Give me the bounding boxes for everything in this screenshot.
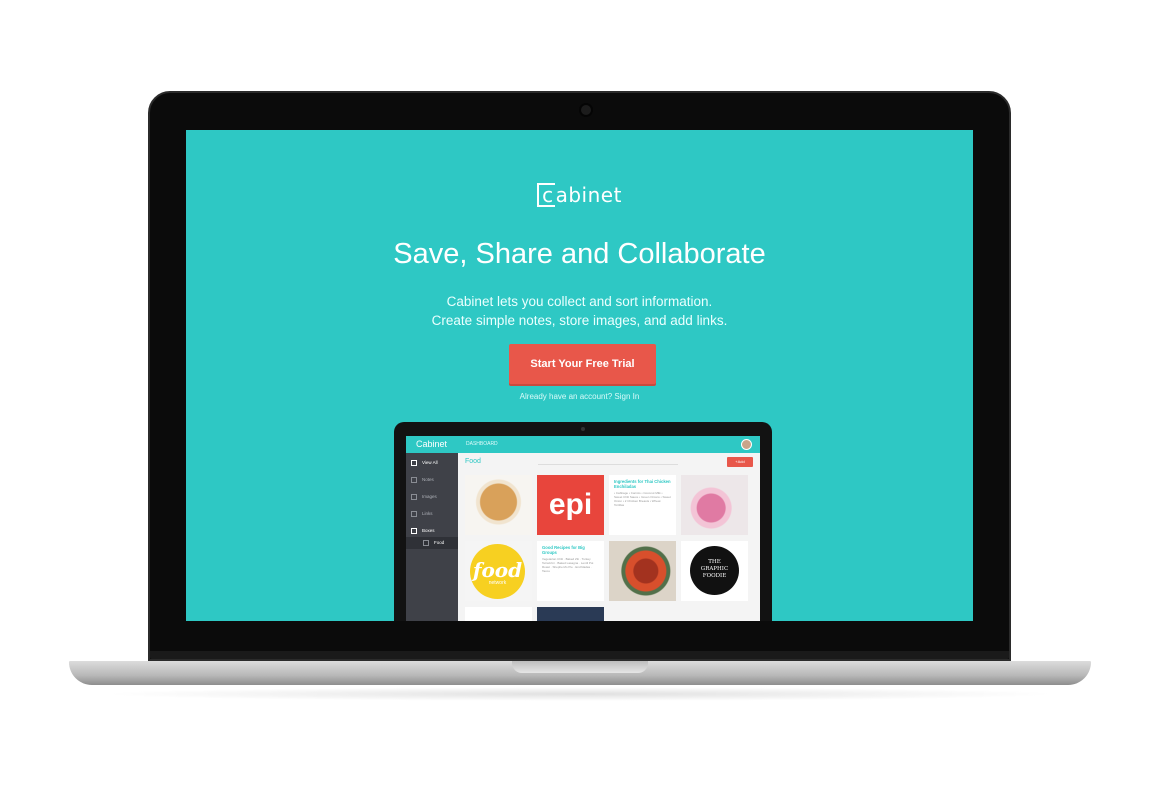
opening-notch <box>512 661 648 673</box>
sidebar-item-notes: Notes <box>406 474 458 486</box>
card-epi-logo: epi <box>537 475 604 535</box>
food-network-word: food <box>472 558 523 582</box>
camera-icon <box>581 105 591 115</box>
sidebar-item-boxes: Boxes <box>406 525 458 537</box>
note-body: • Cabbage • Carrots • Coconut Milk • Swe… <box>614 491 671 507</box>
hero-headline: Save, Share and Collaborate <box>393 238 766 270</box>
app-main: Food +Add epi Ingredients for Thai Chick… <box>458 453 760 621</box>
preview-camera-icon <box>581 427 585 431</box>
search-bar <box>538 464 678 465</box>
card-graphic-foodie-logo: THE GRAPHIC FOODIE <box>681 541 748 601</box>
laptop-mockup-stage: c abinet Save, Share and Collaborate Cabi… <box>0 0 1160 794</box>
laptop-shadow <box>100 687 1060 701</box>
card-partial <box>465 607 532 621</box>
laptop-lid: c abinet Save, Share and Collaborate Cabi… <box>148 91 1011 661</box>
note-icon <box>411 477 417 483</box>
app-preview-screen: Cabinet DASHBOARD View All Notes Images … <box>406 436 760 621</box>
card-food-network-logo: food network <box>465 541 532 601</box>
section-title: Food <box>465 458 481 465</box>
sidebar-item-images: Images <box>406 491 458 503</box>
logo-wordmark: abinet <box>555 183 622 207</box>
app-dashboard-tab: DASHBOARD <box>466 441 498 447</box>
lid-hinge <box>150 651 1009 659</box>
app-preview-laptop: Cabinet DASHBOARD View All Notes Images … <box>394 422 772 621</box>
landing-screen: c abinet Save, Share and Collaborate Cabi… <box>186 130 973 621</box>
card-note-enchiladas: Ingredients for Thai Chicken Enchiladas … <box>609 475 676 535</box>
note-body: Vegetarian Chili · Baked Ziti · Turkey T… <box>542 557 594 573</box>
laptop-base <box>69 661 1091 685</box>
food-network-circle: food network <box>470 544 525 599</box>
food-network-sub: network <box>488 580 507 586</box>
avatar <box>741 439 752 450</box>
subtitle-line-1: Cabinet lets you collect and sort inform… <box>446 294 713 309</box>
card-note-recipes: Good Recipes for Big Groups Vegetarian C… <box>537 541 604 601</box>
hero-subtitle: Cabinet lets you collect and sort inform… <box>186 292 973 330</box>
note-title: Good Recipes for Big Groups <box>542 545 585 555</box>
box-icon <box>411 528 417 534</box>
subtitle-line-2: Create simple notes, store images, and a… <box>431 313 728 328</box>
app-logo: Cabinet <box>416 439 448 449</box>
app-sidebar: View All Notes Images Links Boxes Food <box>406 453 458 621</box>
start-free-trial-button[interactable]: Start Your Free Trial <box>509 344 656 384</box>
sidebar-item-view-all: View All <box>406 457 458 469</box>
folder-icon <box>423 540 429 546</box>
link-icon <box>411 511 417 517</box>
graphic-foodie-circle: THE GRAPHIC FOODIE <box>690 546 739 595</box>
sidebar-item-links: Links <box>406 508 458 520</box>
logo-mark: c <box>537 183 555 207</box>
add-button: +Add <box>727 457 753 467</box>
card-partial-photo <box>537 607 604 621</box>
note-title: Ingredients for Thai Chicken Enchiladas <box>614 479 671 489</box>
sign-in-link[interactable]: Already have an account? Sign In <box>186 392 973 401</box>
app-header: Cabinet DASHBOARD <box>406 436 760 453</box>
grid-icon <box>411 460 417 466</box>
card-meatballs-photo <box>609 541 676 601</box>
image-icon <box>411 494 417 500</box>
card-icecream-photo <box>681 475 748 535</box>
card-burger-photo <box>465 475 532 535</box>
graphic-foodie-text: THE GRAPHIC FOODIE <box>700 559 729 579</box>
sidebar-item-food: Food <box>406 537 458 549</box>
cabinet-logo[interactable]: c abinet <box>186 183 973 207</box>
